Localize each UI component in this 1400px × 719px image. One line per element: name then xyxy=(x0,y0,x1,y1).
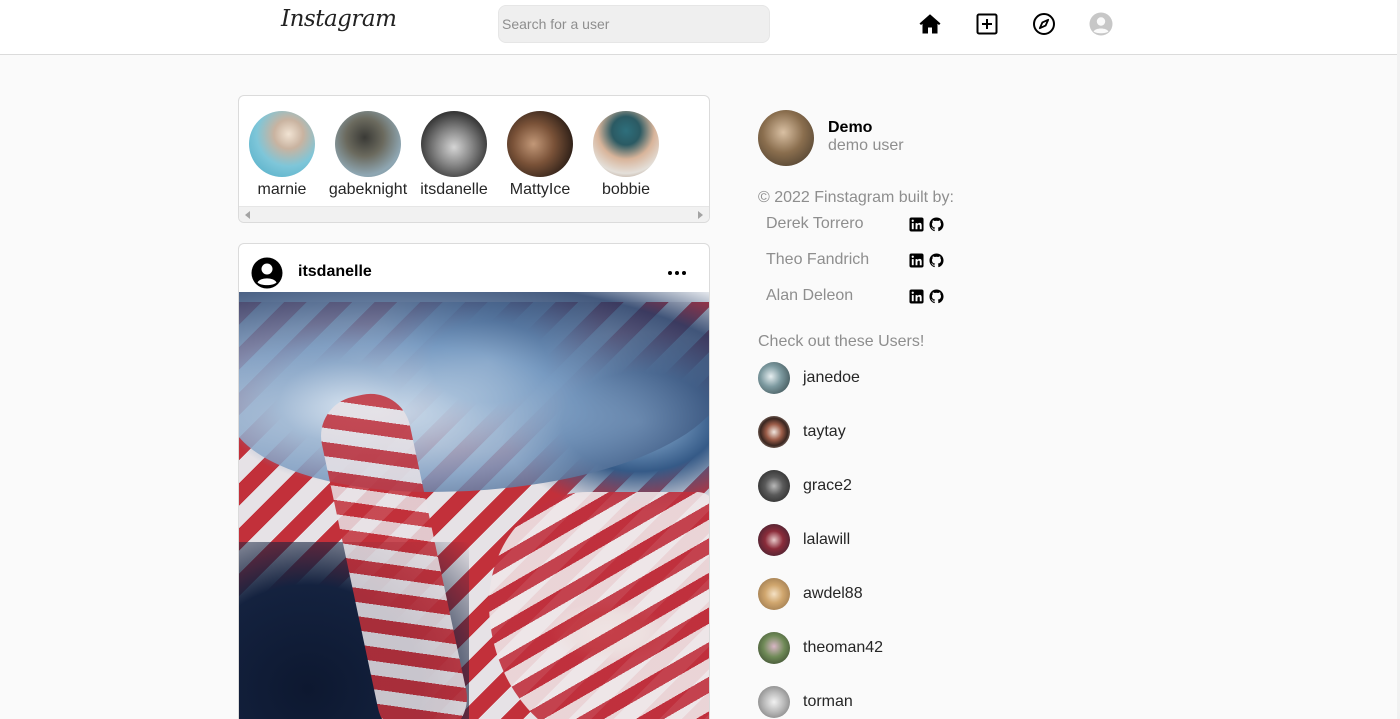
instagram-logo[interactable]: Instagram xyxy=(281,6,397,32)
author-name: Alan Deleon xyxy=(766,287,854,304)
story-avatar xyxy=(335,111,401,177)
suggested-username[interactable]: janedoe xyxy=(803,369,860,387)
stories-scrollbar[interactable] xyxy=(239,206,709,222)
author-name: Theo Fandrich xyxy=(766,251,870,268)
user-avatar-icon[interactable] xyxy=(251,257,283,289)
story-avatar xyxy=(507,111,573,177)
suggested-username[interactable]: taytay xyxy=(803,423,846,441)
github-icon[interactable] xyxy=(929,289,944,304)
linkedin-icon[interactable] xyxy=(909,289,924,304)
search-input[interactable] xyxy=(498,5,770,43)
author-name: Derek Torrero xyxy=(766,215,864,232)
home-icon[interactable] xyxy=(918,12,942,36)
linkedin-icon[interactable] xyxy=(909,217,924,232)
story-username: marnie xyxy=(257,181,307,198)
feed-post: itsdanelle xyxy=(238,243,710,719)
image-region-hair xyxy=(239,292,709,492)
suggested-user-avatar[interactable] xyxy=(758,578,790,610)
suggested-user-avatar[interactable] xyxy=(758,416,790,448)
scroll-right-arrow-icon[interactable] xyxy=(698,211,703,219)
post-username[interactable]: itsdanelle xyxy=(298,263,372,281)
story-item[interactable]: gabeknight xyxy=(323,111,413,199)
profile-icon[interactable] xyxy=(1089,12,1113,36)
story-item[interactable]: itsdanelle xyxy=(409,111,499,199)
story-avatar xyxy=(593,111,659,177)
linkedin-icon[interactable] xyxy=(909,253,924,268)
story-username: MattyIce xyxy=(509,181,571,198)
suggested-username[interactable]: theoman42 xyxy=(803,639,883,657)
story-username: itsdanelle xyxy=(420,181,488,198)
story-username: bobbie xyxy=(601,181,651,198)
suggested-user-avatar[interactable] xyxy=(758,524,790,556)
github-icon[interactable] xyxy=(929,253,944,268)
story-item[interactable]: marnie xyxy=(239,111,327,199)
suggested-user-avatar[interactable] xyxy=(758,470,790,502)
story-username: gabeknight xyxy=(328,181,408,198)
current-user-avatar[interactable] xyxy=(758,110,814,166)
more-horizontal-icon[interactable] xyxy=(665,261,689,285)
suggested-user-avatar[interactable] xyxy=(758,632,790,664)
credits-text: © 2022 Finstagram built by: xyxy=(758,189,954,206)
current-user-fullname: demo user xyxy=(828,137,904,154)
suggestions-heading: Check out these Users! xyxy=(758,333,925,350)
explore-icon[interactable] xyxy=(1032,12,1056,36)
story-avatar xyxy=(421,111,487,177)
suggested-user-avatar[interactable] xyxy=(758,362,790,394)
post-image[interactable] xyxy=(239,292,709,719)
stories-tray: marnie gabeknight itsdanelle MattyIce bo… xyxy=(238,95,710,223)
suggested-username[interactable]: torman xyxy=(803,693,853,711)
image-region-face xyxy=(489,492,709,719)
story-item[interactable]: bobbie xyxy=(581,111,671,199)
scroll-left-arrow-icon[interactable] xyxy=(245,211,250,219)
suggested-username[interactable]: grace2 xyxy=(803,477,852,495)
story-avatar xyxy=(249,111,315,177)
story-item[interactable]: MattyIce xyxy=(495,111,585,199)
top-navigation-bar: Instagram xyxy=(0,0,1400,55)
new-post-icon[interactable] xyxy=(975,12,999,36)
suggested-user-avatar[interactable] xyxy=(758,686,790,718)
current-username[interactable]: Demo xyxy=(828,119,872,137)
github-icon[interactable] xyxy=(929,217,944,232)
suggested-username[interactable]: lalawill xyxy=(803,531,850,549)
suggested-username[interactable]: awdel88 xyxy=(803,585,863,603)
